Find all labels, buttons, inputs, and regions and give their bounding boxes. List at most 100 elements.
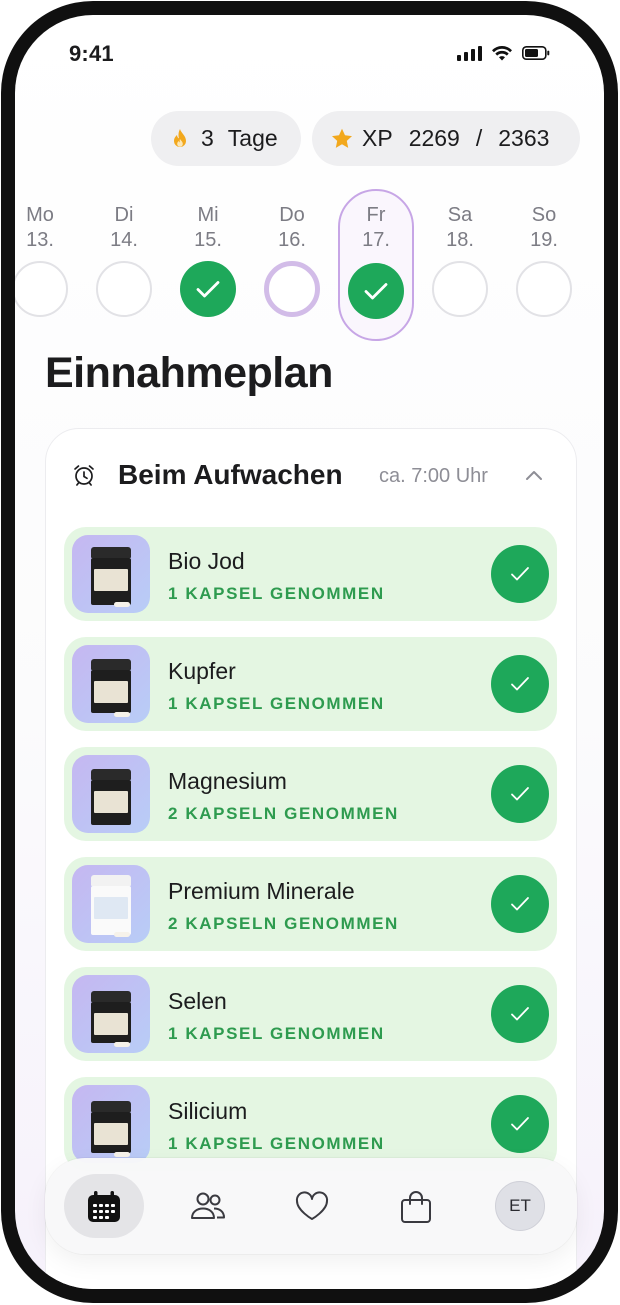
section-header[interactable]: Beim Aufwachen ca. 7:00 Uhr — [46, 457, 576, 497]
supplement-name: Selen — [168, 988, 227, 1014]
status-time: 9:41 — [69, 41, 114, 66]
day-date: 18. — [446, 229, 474, 251]
calendar-icon — [88, 1191, 120, 1222]
intake-status: 1 KAPSEL GENOMMEN — [168, 694, 385, 713]
taken-check-button[interactable] — [491, 765, 549, 823]
profile-avatar: ET — [495, 1181, 545, 1231]
day-progress-ring — [432, 261, 488, 317]
supplement-item[interactable]: Bio Jod 1 KAPSEL GENOMMEN — [64, 527, 557, 621]
supplement-item[interactable]: Magnesium 2 KAPSELN GENOMMEN — [64, 747, 557, 841]
taken-check-button[interactable] — [491, 545, 549, 603]
alarm-clock-icon — [74, 465, 94, 486]
day-name: Do — [279, 204, 305, 226]
checkmark-icon — [511, 897, 529, 911]
device-frame: 9:41 3 Tage XP 2269 / 2363 Mo 13. Di 14.… — [1, 1, 618, 1303]
supplement-item[interactable]: Selen 1 KAPSEL GENOMMEN — [64, 967, 557, 1061]
supplement-item[interactable]: Premium Minerale 2 KAPSELN GENOMMEN — [64, 857, 557, 951]
day-date: 19. — [530, 229, 558, 251]
checkmark-icon — [511, 787, 529, 801]
streak-unit: Tage — [227, 125, 278, 151]
supplement-name: Silicium — [168, 1098, 248, 1124]
day-mi[interactable]: Mi 15. — [168, 187, 248, 317]
checkmark-icon — [511, 1117, 529, 1131]
xp-target: 2363 — [498, 125, 550, 151]
checkmark-icon — [511, 677, 529, 691]
day-name: Mo — [26, 204, 54, 226]
day-fr-selected[interactable]: Fr 17. — [336, 187, 416, 341]
day-di[interactable]: Di 14. — [84, 187, 164, 317]
cellular-signal-icon — [457, 45, 482, 61]
app-screen: 9:41 3 Tage XP 2269 / 2363 Mo 13. Di 14.… — [15, 15, 604, 1289]
intake-status: 1 KAPSEL GENOMMEN — [168, 584, 385, 603]
product-image — [72, 535, 150, 613]
wifi-icon — [492, 45, 512, 61]
day-mo[interactable]: Mo 13. — [15, 187, 80, 317]
xp-badge[interactable]: XP 2269 / 2363 — [312, 111, 580, 166]
taken-check-button[interactable] — [491, 985, 549, 1043]
xp-separator: / — [475, 125, 483, 151]
supplement-name: Premium Minerale — [168, 878, 355, 904]
bottom-tab-bar: ET — [45, 1158, 577, 1254]
checkmark-icon — [196, 281, 220, 298]
status-bar: 9:41 — [15, 15, 604, 95]
taken-check-button[interactable] — [491, 1095, 549, 1153]
day-date: 16. — [278, 229, 306, 251]
tab-community[interactable] — [168, 1174, 248, 1238]
supplement-name: Bio Jod — [168, 548, 245, 574]
product-image — [72, 645, 150, 723]
product-image — [72, 1085, 150, 1163]
community-icon — [191, 1192, 225, 1219]
supplement-item[interactable]: Kupfer 1 KAPSEL GENOMMEN — [64, 637, 557, 731]
tab-favorites[interactable] — [272, 1174, 352, 1238]
flame-icon — [174, 128, 186, 147]
day-done-ring — [180, 261, 236, 317]
chevron-up-icon[interactable] — [525, 469, 543, 481]
day-date: 17. — [362, 229, 390, 251]
day-do[interactable]: Do 16. — [252, 187, 332, 317]
intake-status: 1 KAPSEL GENOMMEN — [168, 1024, 385, 1043]
tab-calendar[interactable] — [64, 1174, 144, 1238]
day-date: 15. — [194, 229, 222, 251]
week-strip: Mo 13. Di 14. Mi 15. Do 16. Fr 17. Sa 18… — [15, 187, 604, 357]
intake-status: 1 KAPSEL GENOMMEN — [168, 1134, 385, 1153]
tab-shop[interactable] — [376, 1174, 456, 1238]
day-progress-ring — [15, 261, 68, 317]
supplement-name: Kupfer — [168, 658, 236, 684]
day-done-ring — [348, 263, 404, 319]
intake-status: 2 KAPSELN GENOMMEN — [168, 804, 399, 823]
product-image — [72, 975, 150, 1053]
day-name: Fr — [366, 204, 386, 226]
product-image — [72, 865, 150, 943]
day-date: 13. — [26, 229, 54, 251]
tab-profile[interactable]: ET — [480, 1174, 560, 1238]
day-so[interactable]: So 19. — [504, 187, 584, 317]
section-title: Beim Aufwachen — [118, 459, 343, 490]
xp-label: XP — [362, 125, 393, 151]
day-name: Sa — [447, 204, 473, 226]
supplement-name: Magnesium — [168, 768, 287, 794]
heart-icon — [295, 1191, 329, 1220]
supplement-item[interactable]: Silicium 1 KAPSEL GENOMMEN — [64, 1077, 557, 1171]
day-sa[interactable]: Sa 18. — [420, 187, 500, 317]
intake-status: 2 KAPSELN GENOMMEN — [168, 914, 399, 933]
star-icon — [332, 128, 352, 148]
checkmark-icon — [511, 1007, 529, 1021]
streak-count: 3 — [201, 125, 214, 151]
checkmark-icon — [364, 283, 388, 300]
day-date: 14. — [110, 229, 138, 251]
day-name: Di — [114, 204, 134, 226]
battery-icon — [522, 46, 550, 60]
streak-badge[interactable]: 3 Tage — [151, 111, 301, 166]
day-partial-ring — [264, 261, 320, 317]
shopping-bag-icon — [401, 1191, 431, 1223]
taken-check-button[interactable] — [491, 875, 549, 933]
xp-current: 2269 — [408, 125, 460, 151]
day-progress-ring — [96, 261, 152, 317]
status-icons — [457, 45, 550, 61]
day-progress-ring — [516, 261, 572, 317]
day-name: Mi — [197, 204, 219, 226]
page-title: Einnahmeplan — [45, 349, 333, 397]
section-time: ca. 7:00 Uhr — [379, 465, 488, 487]
taken-check-button[interactable] — [491, 655, 549, 713]
checkmark-icon — [511, 567, 529, 581]
